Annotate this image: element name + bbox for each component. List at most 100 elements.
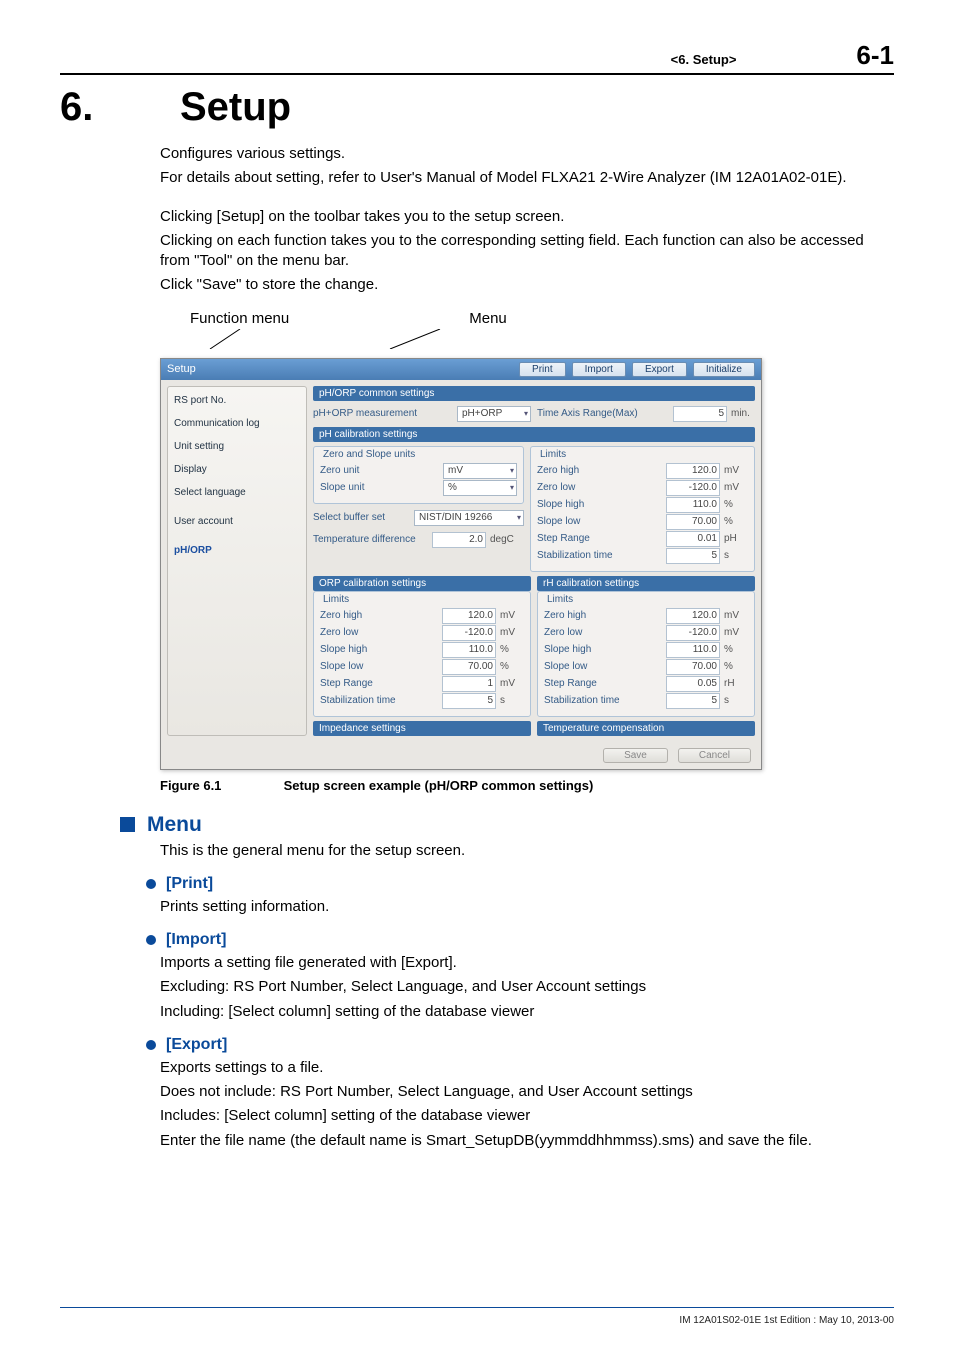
- print-button[interactable]: Print: [519, 362, 566, 377]
- import-p3: Including: [Select column] setting of th…: [160, 1002, 894, 1022]
- ph-zerolow-value[interactable]: -120.0: [666, 480, 720, 496]
- intro-p5: Click "Save" to store the change.: [160, 275, 894, 295]
- ph-limits-group: Limits Zero high120.0mV Zero low-120.0mV…: [530, 446, 755, 572]
- measurement-select[interactable]: pH+ORP: [457, 406, 531, 422]
- ph-steprange-unit: pH: [724, 533, 748, 544]
- orp-slopehigh-value[interactable]: 110.0: [442, 642, 496, 658]
- orp-slopelow-value[interactable]: 70.00: [442, 659, 496, 675]
- ph-zerohigh-value[interactable]: 120.0: [666, 463, 720, 479]
- slope-unit-select[interactable]: %: [443, 480, 517, 496]
- rh-stabtime-value[interactable]: 5: [666, 693, 720, 709]
- h2-menu-text: Menu: [147, 813, 202, 837]
- dot-bullet-icon: [146, 935, 156, 945]
- export-p2: Does not include: RS Port Number, Select…: [160, 1082, 894, 1102]
- orp-steprange-value[interactable]: 1: [442, 676, 496, 692]
- ph-slopelow-value[interactable]: 70.00: [666, 514, 720, 530]
- rh-slopehigh-value[interactable]: 110.0: [666, 642, 720, 658]
- ph-stabtime-unit: s: [724, 550, 748, 561]
- tempdiff-unit: degC: [490, 534, 524, 545]
- buffer-label: Select buffer set: [313, 512, 410, 523]
- print-p1: Prints setting information.: [160, 897, 894, 917]
- callout-function-menu: Function menu: [190, 310, 289, 327]
- sidebar-item-user[interactable]: User account: [172, 514, 302, 529]
- window-titlebar: Setup Print Import Export Initialize: [161, 359, 761, 380]
- rh-slopelow-value[interactable]: 70.00: [666, 659, 720, 675]
- import-button[interactable]: Import: [572, 362, 626, 377]
- zero-unit-select[interactable]: mV: [443, 463, 517, 479]
- intro-p1: Configures various settings.: [160, 144, 894, 164]
- intro-p2: For details about setting, refer to User…: [160, 168, 894, 188]
- tempdiff-value[interactable]: 2.0: [432, 532, 486, 548]
- timeaxis-label: Time Axis Range(Max): [537, 408, 669, 419]
- orp-cal-header: ORP calibration settings: [313, 576, 531, 591]
- tempcomp-header: Temperature compensation: [537, 721, 755, 736]
- buffer-select[interactable]: NIST/DIN 19266: [414, 510, 524, 526]
- orp-stabtime-value[interactable]: 5: [442, 693, 496, 709]
- figure-text: Setup screen example (pH/ORP common sett…: [284, 778, 594, 793]
- sidebar-item-language[interactable]: Select language: [172, 485, 302, 500]
- ph-stabtime-label: Stabilization time: [537, 550, 662, 561]
- measurement-label: pH+ORP measurement: [313, 408, 453, 419]
- orp-zerohigh-value[interactable]: 120.0: [442, 608, 496, 624]
- export-p4: Enter the file name (the default name is…: [160, 1131, 894, 1151]
- rh-steprange-value[interactable]: 0.05: [666, 676, 720, 692]
- timeaxis-unit: min.: [731, 408, 755, 419]
- cancel-button[interactable]: Cancel: [678, 748, 751, 763]
- ph-stabtime-value[interactable]: 5: [666, 548, 720, 564]
- figure-caption: Figure 6.1 Setup screen example (pH/ORP …: [160, 778, 894, 793]
- export-button[interactable]: Export: [632, 362, 687, 377]
- orp-stabtime-label: Stabilization time: [320, 695, 438, 706]
- ph-cal-header: pH calibration settings: [313, 427, 755, 442]
- h3-export-text: [Export]: [166, 1036, 227, 1054]
- settings-main-pane: pH/ORP common settings pH+ORP measuremen…: [313, 386, 755, 736]
- export-body: Exports settings to a file. Does not inc…: [160, 1058, 894, 1151]
- h3-print: [Print]: [146, 875, 894, 893]
- sidebar-item-display[interactable]: Display: [172, 462, 302, 477]
- ph-slopehigh-value[interactable]: 110.0: [666, 497, 720, 513]
- figure-number: Figure 6.1: [160, 778, 280, 793]
- sidebar-item-commlog[interactable]: Communication log: [172, 416, 302, 431]
- sidebar-item-rsport[interactable]: RS port No.: [172, 393, 302, 408]
- rh-limits-legend: Limits: [544, 594, 576, 605]
- dot-bullet-icon: [146, 1040, 156, 1050]
- setup-screenshot: Setup Print Import Export Initialize RS …: [160, 358, 762, 770]
- h3-import-text: [Import]: [166, 931, 226, 949]
- sidebar-item-unit[interactable]: Unit setting: [172, 439, 302, 454]
- sidebar-item-phorp[interactable]: pH/ORP: [172, 543, 302, 558]
- tempdiff-label: Temperature difference: [313, 534, 428, 545]
- h3-print-text: [Print]: [166, 875, 213, 893]
- rh-stabtime-label: Stabilization time: [544, 695, 662, 706]
- initialize-button[interactable]: Initialize: [693, 362, 755, 377]
- page-header: <6. Setup> 6-1: [60, 40, 894, 75]
- rh-slopehigh-unit: %: [724, 644, 748, 655]
- orp-slopehigh-label: Slope high: [320, 644, 438, 655]
- rh-zerolow-value[interactable]: -120.0: [666, 625, 720, 641]
- rh-zerohigh-value[interactable]: 120.0: [666, 608, 720, 624]
- callout-menu: Menu: [469, 310, 507, 327]
- menu-desc: This is the general menu for the setup s…: [160, 841, 894, 861]
- orp-zerolow-label: Zero low: [320, 627, 438, 638]
- orp-slopelow-unit: %: [500, 661, 524, 672]
- rh-zerohigh-unit: mV: [724, 610, 748, 621]
- ph-steprange-label: Step Range: [537, 533, 662, 544]
- ph-slopelow-unit: %: [724, 516, 748, 527]
- dot-bullet-icon: [146, 879, 156, 889]
- timeaxis-value[interactable]: 5: [673, 406, 727, 422]
- orp-zerolow-value[interactable]: -120.0: [442, 625, 496, 641]
- h3-export: [Export]: [146, 1036, 894, 1054]
- slope-unit-label: Slope unit: [320, 482, 439, 493]
- import-p1: Imports a setting file generated with [E…: [160, 953, 894, 973]
- orp-zerohigh-label: Zero high: [320, 610, 438, 621]
- rh-zerohigh-label: Zero high: [544, 610, 662, 621]
- orp-limits-legend: Limits: [320, 594, 352, 605]
- h3-import: [Import]: [146, 931, 894, 949]
- rh-cal-header: rH calibration settings: [537, 576, 755, 591]
- save-button[interactable]: Save: [603, 748, 668, 763]
- print-body: Prints setting information.: [160, 897, 894, 917]
- ph-steprange-value[interactable]: 0.01: [666, 531, 720, 547]
- ph-zerolow-unit: mV: [724, 482, 748, 493]
- rh-steprange-label: Step Range: [544, 678, 662, 689]
- callout-labels: Function menu Menu: [190, 310, 894, 327]
- ph-zerolow-label: Zero low: [537, 482, 662, 493]
- orp-zerolow-unit: mV: [500, 627, 524, 638]
